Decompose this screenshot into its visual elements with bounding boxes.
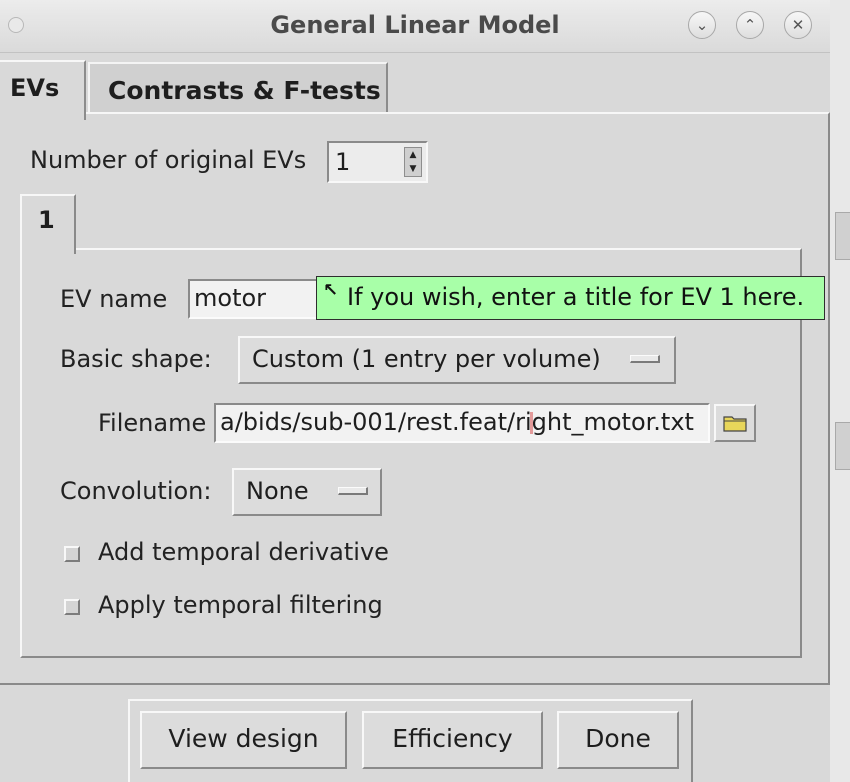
apply-temporal-filtering-checkbox[interactable]: [64, 599, 80, 615]
ev-name-label: EV name: [60, 285, 168, 313]
folder-icon: [723, 416, 747, 432]
title-bar[interactable]: General Linear Model ⌄ ⌃ ✕: [0, 0, 830, 53]
convolution-dropdown[interactable]: None: [232, 468, 382, 516]
text-cursor: [530, 412, 533, 434]
basic-shape-value: Custom (1 entry per volume): [252, 345, 601, 373]
basic-shape-label: Basic shape:: [60, 345, 212, 373]
efficiency-button[interactable]: Efficiency: [362, 711, 543, 769]
filename-label: Filename: [98, 409, 207, 437]
browse-file-button[interactable]: [714, 404, 756, 442]
view-design-button[interactable]: View design: [140, 711, 347, 769]
filename-input[interactable]: a/bids/sub-001/rest.feat/right_motor.txt: [214, 403, 710, 443]
convolution-label: Convolution:: [60, 477, 212, 505]
dropdown-indicator-icon: [630, 355, 660, 363]
basic-shape-dropdown[interactable]: Custom (1 entry per volume): [238, 336, 676, 384]
background-widget: [835, 422, 850, 470]
tab-evs[interactable]: EVs: [0, 60, 86, 120]
tab-ev-1[interactable]: 1: [20, 194, 76, 254]
maximize-button[interactable]: ⌃: [736, 11, 764, 39]
tab-contrasts-f-tests[interactable]: Contrasts & F-tests: [88, 62, 388, 112]
tooltip-text: If you wish, enter a title for EV 1 here…: [347, 283, 805, 311]
glm-window: General Linear Model ⌄ ⌃ ✕ EVs Contrasts…: [0, 0, 830, 782]
ev-name-input[interactable]: motor: [188, 279, 328, 319]
tooltip-arrow-icon: ↖: [323, 280, 339, 301]
background-window: [828, 0, 850, 782]
done-button[interactable]: Done: [557, 711, 679, 769]
add-temporal-derivative-label[interactable]: Add temporal derivative: [98, 538, 389, 566]
add-temporal-derivative-checkbox[interactable]: [64, 546, 80, 562]
background-widget: [835, 212, 850, 260]
dropdown-indicator-icon: [338, 487, 368, 495]
apply-temporal-filtering-label[interactable]: Apply temporal filtering: [98, 591, 383, 619]
tooltip: ↖ If you wish, enter a title for EV 1 he…: [316, 276, 825, 320]
minimize-button[interactable]: ⌄: [688, 11, 716, 39]
close-button[interactable]: ✕: [784, 11, 812, 39]
convolution-value: None: [246, 477, 309, 505]
